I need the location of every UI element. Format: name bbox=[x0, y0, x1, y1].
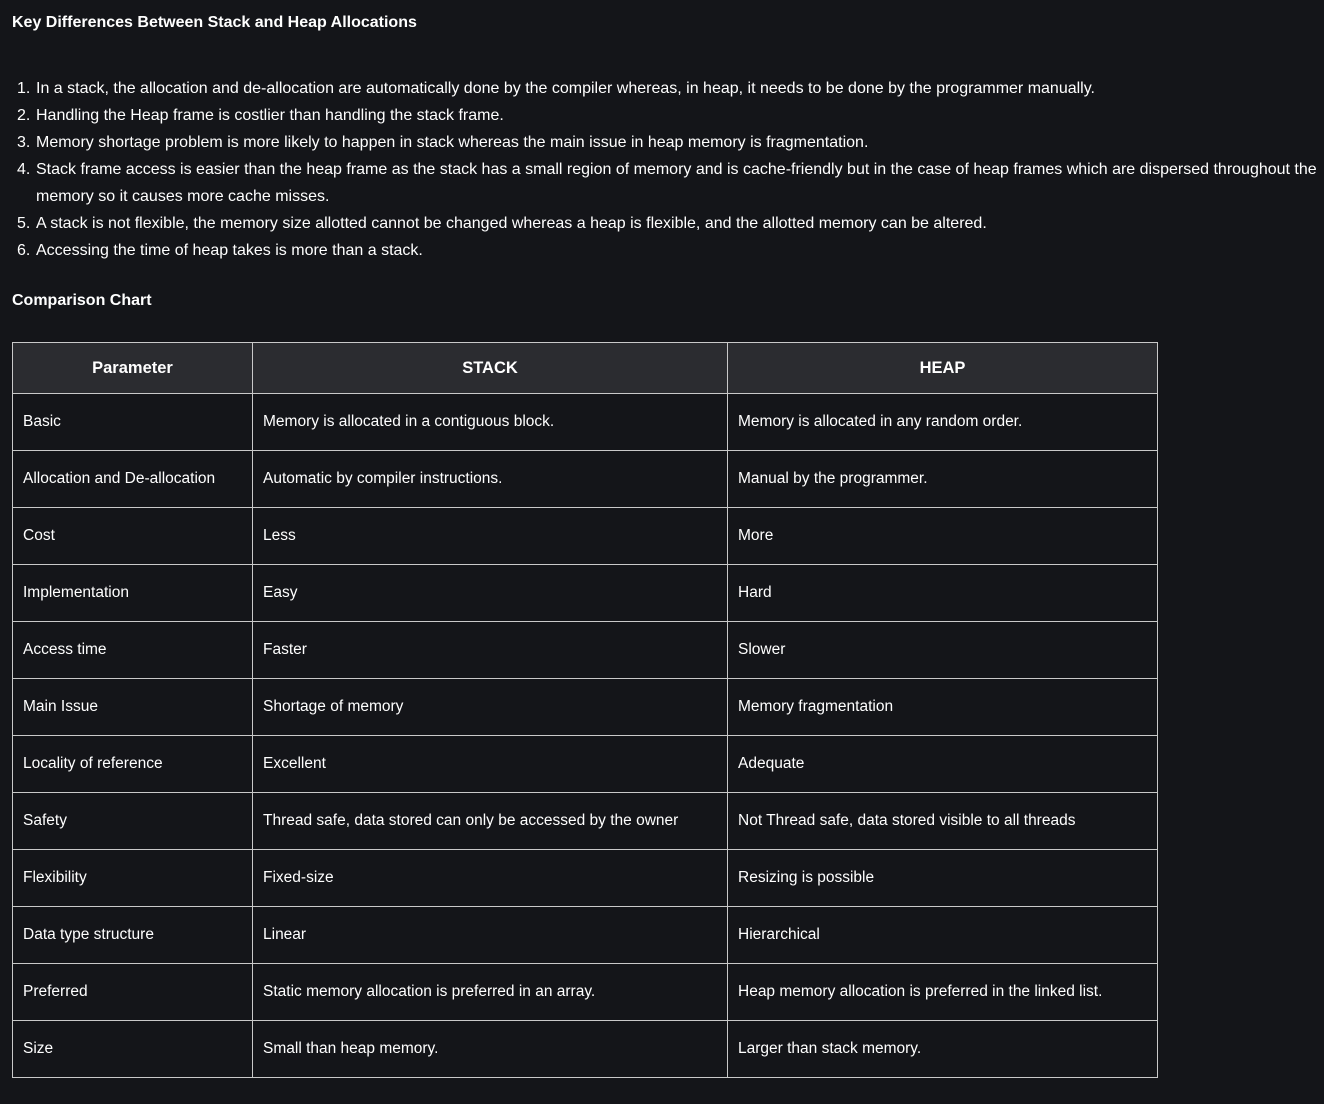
list-item: Memory shortage problem is more likely t… bbox=[17, 129, 869, 156]
stack-cell: Faster bbox=[252, 621, 728, 679]
table-row: Size Small than heap memory. Larger than s… bbox=[12, 1020, 1158, 1078]
table-row: Main Issue Shortage of memory Memory fragm… bbox=[12, 678, 1158, 736]
parameter-cell: Data type structure bbox=[12, 906, 253, 964]
heap-cell: Heap memory allocation is preferred in t… bbox=[727, 963, 1158, 1021]
heap-cell: Resizing is possible bbox=[727, 849, 1158, 907]
table-row: Cost Less More bbox=[12, 507, 1158, 565]
heap-cell: More bbox=[727, 507, 1158, 565]
column-header-parameter: Parameter bbox=[12, 342, 253, 394]
stack-cell: Excellent bbox=[252, 735, 728, 793]
stack-cell: Small than heap memory. bbox=[252, 1020, 728, 1078]
table-row: Basic Memory is allocated in a contiguous… bbox=[12, 393, 1158, 451]
stack-cell: Thread safe, data stored can only be acc… bbox=[252, 792, 728, 850]
stack-cell: Easy bbox=[252, 564, 728, 622]
stack-cell: Fixed-size bbox=[252, 849, 728, 907]
parameter-cell: Safety bbox=[12, 792, 253, 850]
table-row: Preferred Static memory allocation is pre… bbox=[12, 963, 1158, 1021]
stack-cell: Shortage of memory bbox=[252, 678, 728, 736]
stack-cell: Memory is allocated in a contiguous bloc… bbox=[252, 393, 728, 451]
list-item: In a stack, the allocation and de-alloca… bbox=[17, 75, 1095, 102]
heap-cell: Memory fragmentation bbox=[727, 678, 1158, 736]
table-row: Data type structure Linear Hierarchical bbox=[12, 906, 1158, 964]
heap-cell: Hierarchical bbox=[727, 906, 1158, 964]
list-item: Handling the Heap frame is costlier than… bbox=[17, 102, 504, 129]
parameter-cell: Cost bbox=[12, 507, 253, 565]
parameter-cell: Preferred bbox=[12, 963, 253, 1021]
column-header-stack: STACK bbox=[252, 342, 728, 394]
heap-cell: Hard bbox=[727, 564, 1158, 622]
table-body: Basic Memory is allocated in a contiguous… bbox=[12, 393, 1158, 1078]
stack-cell: Automatic by compiler instructions. bbox=[252, 450, 728, 508]
heap-cell: Slower bbox=[727, 621, 1158, 679]
comparison-table: Parameter STACK HEAP Basic Memory is allo… bbox=[12, 342, 1158, 1078]
heap-cell: Not Thread safe, data stored visible to … bbox=[727, 792, 1158, 850]
stack-cell: Less bbox=[252, 507, 728, 565]
parameter-cell: Basic bbox=[12, 393, 253, 451]
column-header-heap: HEAP bbox=[727, 342, 1158, 394]
parameter-cell: Access time bbox=[12, 621, 253, 679]
table-row: Access time Faster Slower bbox=[12, 621, 1158, 679]
table-row: Locality of reference Excellent Adequate bbox=[12, 735, 1158, 793]
table-row: Flexibility Fixed-size Resizing is possibl… bbox=[12, 849, 1158, 907]
table-row: Safety Thread safe, data stored can only … bbox=[12, 792, 1158, 850]
page-title: Key Differences Between Stack and Heap A… bbox=[12, 14, 417, 31]
heap-cell: Larger than stack memory. bbox=[727, 1020, 1158, 1078]
list-item: Accessing the time of heap takes is more… bbox=[17, 237, 423, 264]
stack-cell: Linear bbox=[252, 906, 728, 964]
heap-cell: Manual by the programmer. bbox=[727, 450, 1158, 508]
parameter-cell: Locality of reference bbox=[12, 735, 253, 793]
list-item: Stack frame access is easier than the he… bbox=[17, 156, 1317, 205]
differences-list: In a stack, the allocation and de-alloca… bbox=[12, 75, 1324, 264]
parameter-cell: Main Issue bbox=[12, 678, 253, 736]
list-item: A stack is not flexible, the memory size… bbox=[17, 210, 987, 237]
parameter-cell: Size bbox=[12, 1020, 253, 1078]
stack-cell: Static memory allocation is preferred in… bbox=[252, 963, 728, 1021]
heap-cell: Memory is allocated in any random order. bbox=[727, 393, 1158, 451]
section-title: Comparison Chart bbox=[12, 292, 152, 309]
table-row: Allocation and De-allocation Automatic by… bbox=[12, 450, 1158, 508]
table-header-row: Parameter STACK HEAP bbox=[12, 342, 1158, 394]
parameter-cell: Flexibility bbox=[12, 849, 253, 907]
table-row: Implementation Easy Hard bbox=[12, 564, 1158, 622]
parameter-cell: Implementation bbox=[12, 564, 253, 622]
heap-cell: Adequate bbox=[727, 735, 1158, 793]
parameter-cell: Allocation and De-allocation bbox=[12, 450, 253, 508]
